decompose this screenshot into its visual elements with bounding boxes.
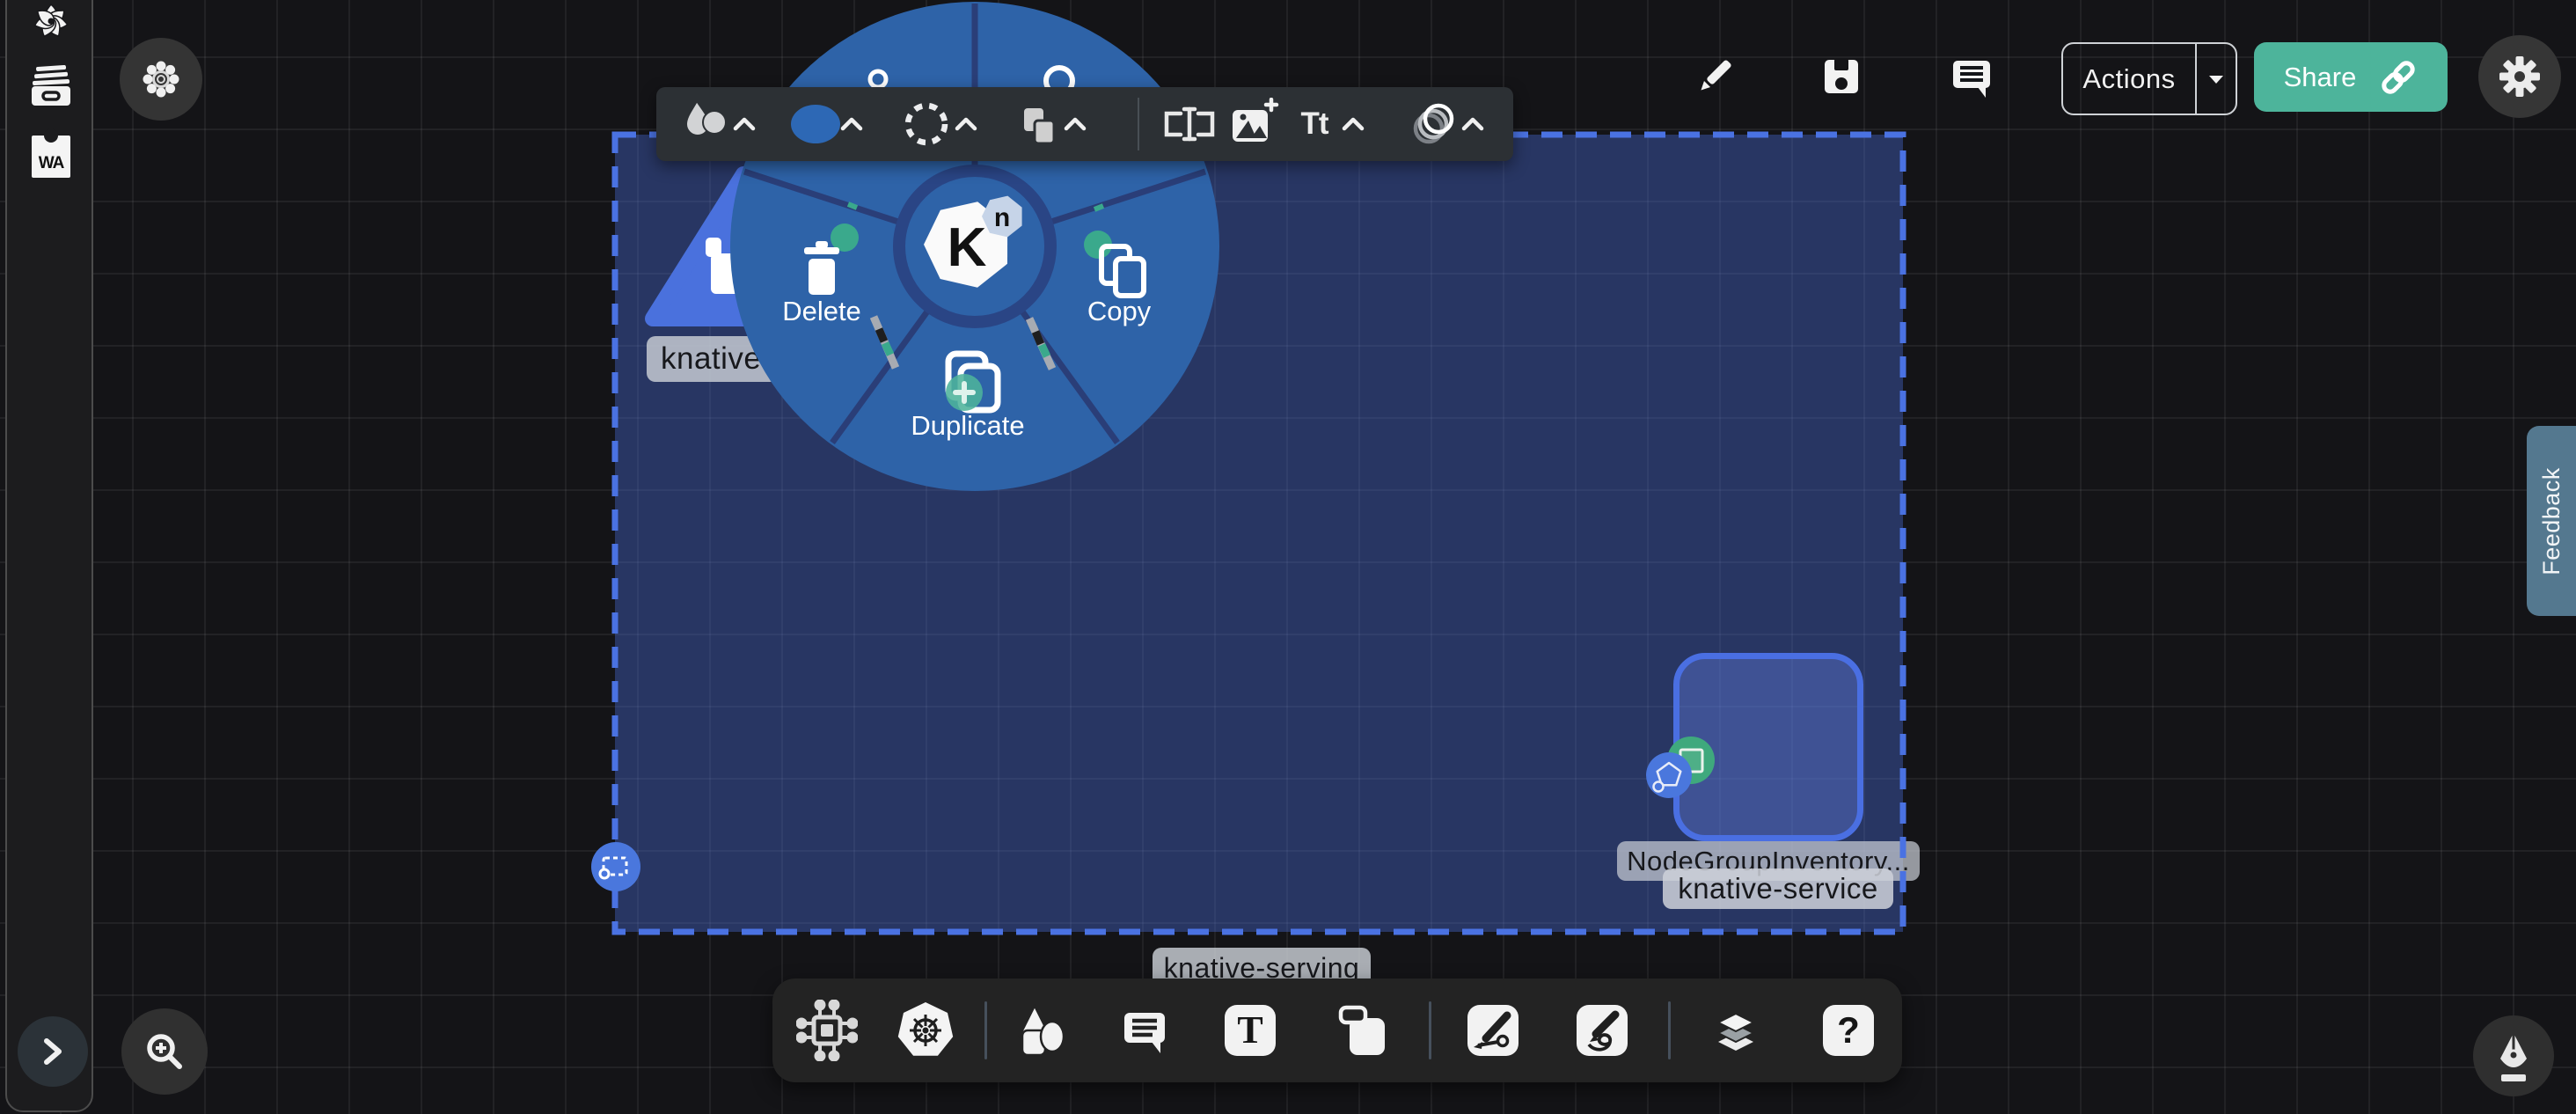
label-knative-service: knative-service bbox=[1663, 868, 1893, 909]
svg-text:Duplicate: Duplicate bbox=[911, 410, 1024, 441]
zoom-in-icon bbox=[142, 1029, 187, 1074]
shapes-tool-button[interactable] bbox=[1011, 1000, 1071, 1060]
fill-color-chevron-up-icon[interactable] bbox=[840, 117, 863, 131]
edit-pencil-button[interactable] bbox=[1688, 50, 1741, 103]
insert-toolbar: T bbox=[772, 978, 1902, 1082]
save-button[interactable] bbox=[1815, 50, 1868, 103]
pentagon-badge bbox=[1646, 752, 1692, 798]
feedback-tab-label: Feedback bbox=[2538, 467, 2565, 575]
chevron-right-icon bbox=[40, 1037, 65, 1066]
caret-down-icon bbox=[2208, 74, 2224, 84]
border-style-chevron-up-icon[interactable] bbox=[955, 117, 977, 131]
text-tool-button[interactable]: T bbox=[1225, 1005, 1276, 1056]
shape-type-chevron-up-icon[interactable] bbox=[733, 117, 756, 131]
opacity-chevron-up-icon[interactable] bbox=[1461, 117, 1484, 131]
svg-text:Delete: Delete bbox=[782, 296, 861, 326]
layers-button[interactable] bbox=[1707, 1001, 1765, 1059]
actions-dropdown-caret[interactable] bbox=[2195, 44, 2236, 114]
toolbar-divider bbox=[1138, 98, 1139, 150]
expand-sidebar-button[interactable] bbox=[18, 1016, 88, 1087]
webassembly-icon[interactable]: WA bbox=[32, 136, 70, 178]
comment-tool-button[interactable] bbox=[1116, 1001, 1174, 1059]
toolbar-divider bbox=[984, 1001, 987, 1059]
add-image-button[interactable] bbox=[1226, 98, 1280, 150]
toolbar-divider bbox=[1429, 1001, 1431, 1059]
draw-freehand-tool-button[interactable] bbox=[1577, 1005, 1628, 1056]
archive-box-icon[interactable] bbox=[30, 65, 72, 107]
opacity-button[interactable] bbox=[1408, 98, 1460, 150]
actions-button[interactable]: Actions bbox=[2061, 42, 2237, 115]
gear-icon bbox=[2495, 52, 2544, 101]
typography-chevron-up-icon[interactable] bbox=[1342, 117, 1365, 131]
typography-button[interactable]: Tt bbox=[1300, 106, 1328, 142]
toolbar-divider bbox=[1668, 1001, 1671, 1059]
fill-color-swatch[interactable] bbox=[787, 101, 844, 147]
arrange-chevron-up-icon[interactable] bbox=[1064, 117, 1087, 131]
draw-shape-tool-button[interactable] bbox=[1467, 1005, 1519, 1056]
frame-tool-button[interactable] bbox=[1336, 1000, 1395, 1060]
rename-field-button[interactable] bbox=[1161, 103, 1218, 145]
style-toolbar: Tt bbox=[656, 87, 1513, 161]
arrange-copies-button[interactable] bbox=[1014, 99, 1063, 149]
zoom-in-button[interactable] bbox=[121, 1008, 208, 1095]
burst-icon bbox=[140, 58, 182, 100]
kubernetes-icon-button[interactable] bbox=[895, 1000, 956, 1061]
share-button-label: Share bbox=[2284, 62, 2357, 93]
link-icon bbox=[2379, 58, 2418, 97]
pen-nib-icon bbox=[2487, 1028, 2540, 1084]
cluster-burst-button[interactable] bbox=[120, 38, 202, 121]
svg-text:n: n bbox=[994, 203, 1010, 232]
left-sidebar: WA bbox=[5, 0, 93, 1112]
plus-icon bbox=[1266, 99, 1277, 110]
comments-button[interactable] bbox=[1945, 50, 1998, 103]
trash-icon bbox=[804, 241, 839, 295]
share-button[interactable]: Share bbox=[2254, 42, 2448, 112]
actions-button-label[interactable]: Actions bbox=[2063, 44, 2195, 114]
settings-button[interactable] bbox=[2478, 35, 2561, 118]
help-button[interactable]: ? bbox=[1823, 1005, 1874, 1056]
knative-service-node-badges bbox=[1636, 729, 1728, 813]
infrastructure-icon-button[interactable] bbox=[796, 1000, 858, 1061]
pen-tool-button[interactable] bbox=[2473, 1015, 2554, 1096]
radial-context-menu: K n Delete Copy Duplicate bbox=[728, 0, 1221, 493]
pinwheel-logo-icon[interactable] bbox=[31, 1, 71, 41]
feedback-tab[interactable]: Feedback bbox=[2527, 426, 2576, 616]
svg-text:Copy: Copy bbox=[1087, 296, 1152, 326]
svg-text:K: K bbox=[948, 217, 987, 278]
selection-handle[interactable] bbox=[584, 835, 648, 898]
shape-type-button[interactable] bbox=[676, 96, 732, 152]
border-style-button[interactable] bbox=[901, 99, 952, 150]
